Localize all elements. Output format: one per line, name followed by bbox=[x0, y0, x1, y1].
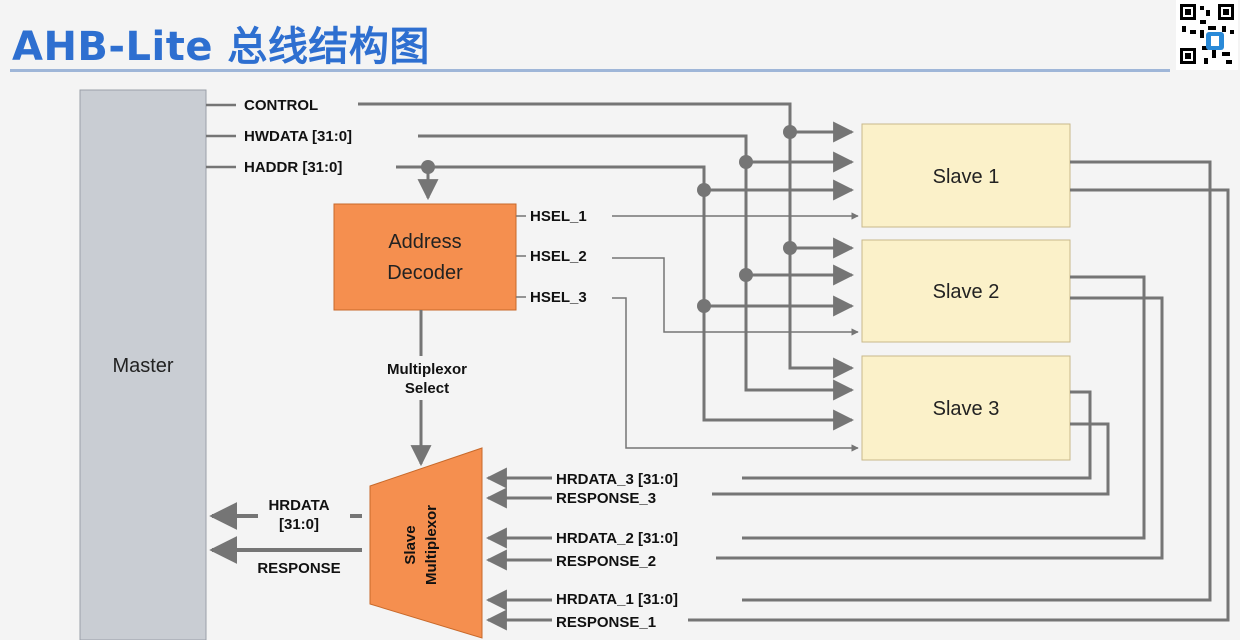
mux-select-label-line2: Select bbox=[405, 380, 449, 397]
hsel1-label: HSEL_1 bbox=[530, 208, 587, 225]
hrdata-output-label-line2: [31:0] bbox=[279, 516, 319, 533]
haddr-signal-label: HADDR [31:0] bbox=[244, 159, 342, 176]
hrdata3-label: HRDATA_3 [31:0] bbox=[556, 471, 678, 488]
hsel3-wire bbox=[612, 297, 859, 452]
response-output-label: RESPONSE bbox=[257, 560, 340, 577]
hrdata2-label: HRDATA_2 [31:0] bbox=[556, 530, 678, 547]
slave1-label: Slave 1 bbox=[933, 166, 1000, 188]
slave-multiplexor-label-line2: Multiplexor bbox=[423, 505, 440, 585]
hrdata-output-label-line1: HRDATA bbox=[268, 497, 329, 514]
address-decoder-label-line2: Decoder bbox=[387, 262, 463, 284]
address-decoder-block bbox=[333, 203, 517, 311]
hsel3-label: HSEL_3 bbox=[530, 289, 587, 306]
response2-label: RESPONSE_2 bbox=[556, 553, 656, 570]
slave3-label: Slave 3 bbox=[933, 398, 1000, 420]
hrdata1-label: HRDATA_1 [31:0] bbox=[556, 591, 678, 608]
hwdata-signal-label: HWDATA [31:0] bbox=[244, 128, 352, 145]
response3-label: RESPONSE_3 bbox=[556, 490, 656, 507]
hsel2-wire bbox=[612, 257, 859, 336]
bus-diagram: Master Address Decoder Slave 1 Slave 2 S… bbox=[79, 89, 1230, 640]
master-label: Master bbox=[112, 355, 173, 377]
response1-label: RESPONSE_1 bbox=[556, 614, 656, 631]
control-signal-label: CONTROL bbox=[244, 97, 318, 114]
address-decoder-label-line1: Address bbox=[388, 231, 461, 253]
slave2-label: Slave 2 bbox=[933, 281, 1000, 303]
hsel2-label: HSEL_2 bbox=[530, 248, 587, 265]
slave-multiplexor-label-line1: Slave bbox=[402, 525, 419, 564]
mux-select-label-line1: Multiplexor bbox=[387, 361, 467, 378]
